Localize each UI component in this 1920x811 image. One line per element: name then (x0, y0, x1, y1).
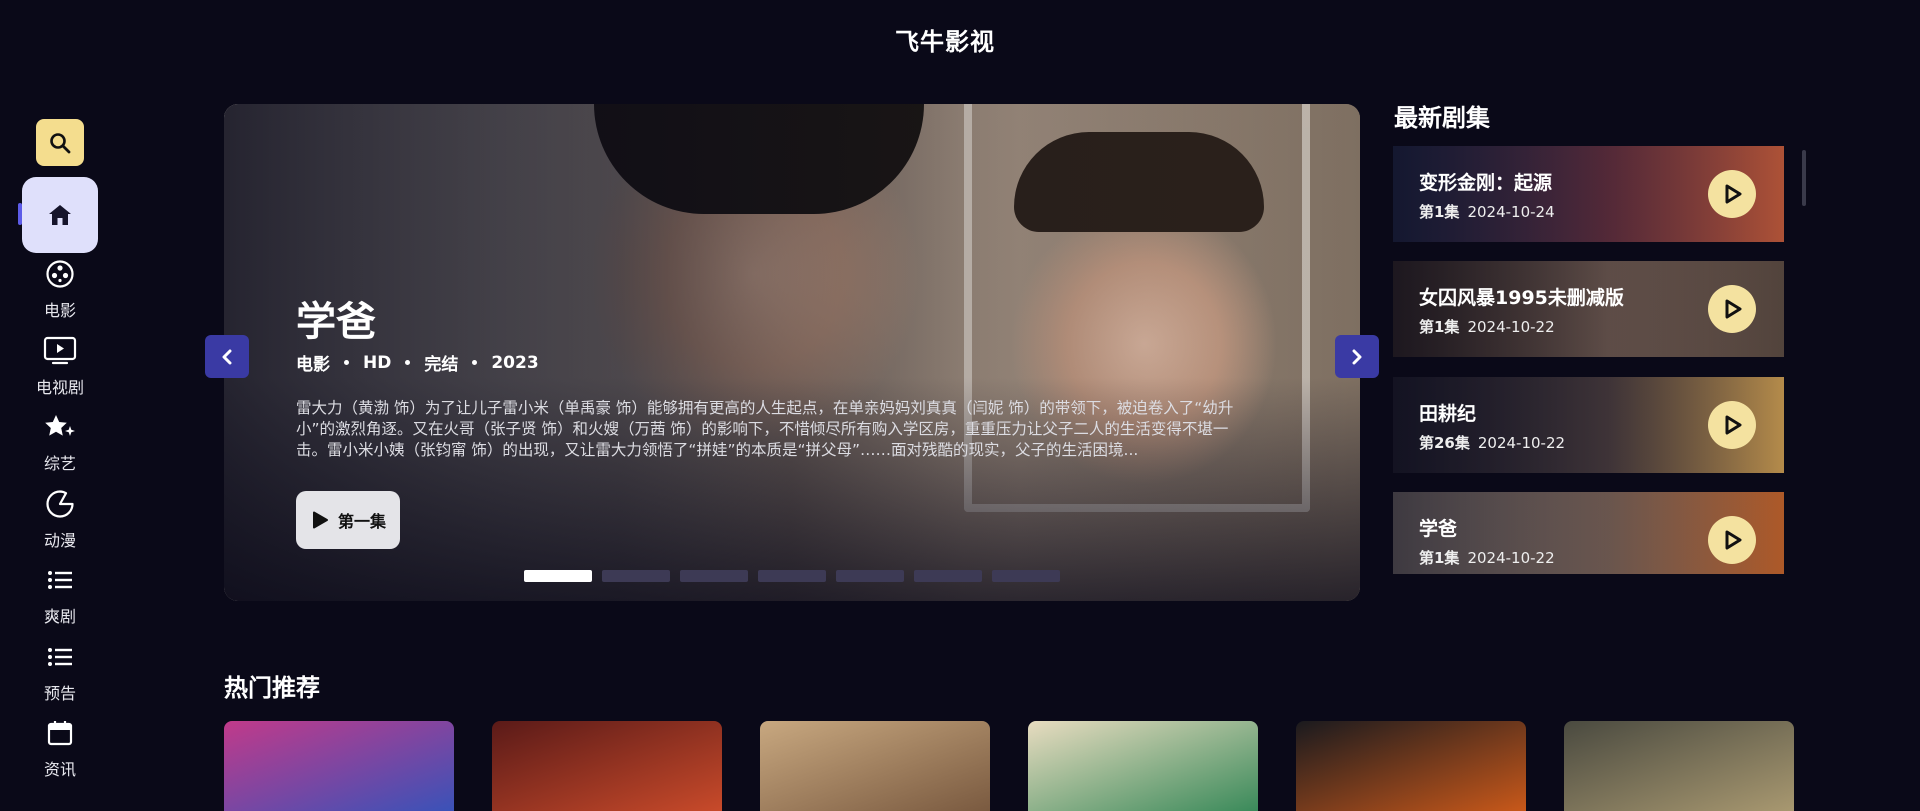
latest-scrollbar[interactable] (1802, 150, 1806, 206)
latest-episode-card[interactable]: 田耕纪第26集 2024-10-22 (1393, 377, 1784, 473)
meta-separator (405, 360, 411, 365)
play-icon (1725, 184, 1742, 204)
play-icon (1725, 299, 1742, 319)
hero-meta: 电影 HD 完结 2023 (296, 350, 539, 376)
hot-poster[interactable] (1296, 721, 1526, 811)
play-first-episode-label: 第一集 (337, 512, 386, 531)
list-icon (48, 648, 72, 666)
episode-date: 2024-10-22 (1477, 434, 1566, 452)
carousel-dot[interactable] (836, 570, 904, 582)
episode-info: 第26集 2024-10-22 (1419, 432, 1565, 453)
hero-banner[interactable]: 学爸 电影 HD 完结 2023 雷大力（黄渤 饰）为了让儿子雷小米（单禹豪 饰… (224, 104, 1360, 601)
list-icon (48, 571, 72, 589)
play-first-episode-button[interactable]: 第一集 (296, 491, 400, 549)
search-icon (50, 132, 71, 153)
sidebar-item-label: 资讯 (43, 760, 76, 779)
latest-episode-card[interactable]: 女囚风暴1995未删减版第1集 2024-10-22 (1393, 261, 1784, 357)
latest-section-title: 最新剧集 (1394, 104, 1490, 132)
chevron-left-icon (222, 349, 232, 364)
hero-meta-type: 电影 (296, 355, 330, 375)
chevron-right-icon (1352, 349, 1362, 364)
sidebar-item-anime[interactable]: 动漫 (20, 487, 100, 551)
tv-icon (43, 336, 77, 365)
sidebar: 电影 电视剧 综艺 动漫 爽剧 预告 资讯 (0, 0, 120, 802)
sidebar-item-label: 预告 (43, 684, 76, 703)
episode-date: 2024-10-24 (1467, 203, 1555, 221)
carousel-dot[interactable] (680, 570, 748, 582)
sidebar-item-label: 电视剧 (35, 378, 84, 397)
hero-meta-status: 完结 (424, 355, 459, 375)
episode-title: 田耕纪 (1419, 403, 1477, 425)
episode-play-button[interactable] (1708, 170, 1756, 218)
episode-date: 2024-10-22 (1467, 318, 1555, 336)
carousel-indicators (524, 570, 1060, 582)
sidebar-item-home[interactable] (22, 177, 98, 253)
episode-title: 女囚风暴1995未删减版 (1419, 287, 1624, 309)
sidebar-item-label: 爽剧 (43, 607, 76, 626)
episode-date: 2024-10-22 (1467, 549, 1555, 567)
play-icon (312, 511, 328, 529)
episode-info: 第1集 2024-10-22 (1419, 316, 1555, 337)
app-title: 飞牛影视 (895, 28, 995, 56)
play-icon (1725, 415, 1742, 435)
hot-poster[interactable] (760, 721, 990, 811)
sidebar-item-label: 动漫 (43, 531, 76, 550)
carousel-dot[interactable] (914, 570, 982, 582)
latest-episode-card[interactable]: 变形金刚：起源第1集 2024-10-24 (1393, 146, 1784, 242)
episode-title: 变形金刚：起源 (1419, 172, 1553, 194)
star-sparkle-icon (45, 415, 75, 436)
hero-meta-quality: HD (363, 352, 392, 373)
episode-info: 第1集 2024-10-24 (1419, 201, 1555, 222)
sidebar-item-variety[interactable]: 综艺 (20, 410, 100, 474)
latest-episode-card[interactable]: 学爸第1集 2024-10-22 (1393, 492, 1784, 574)
sidebar-item-tv[interactable]: 电视剧 (20, 334, 100, 398)
carousel-dot[interactable] (992, 570, 1060, 582)
episode-play-button[interactable] (1708, 401, 1756, 449)
episode-play-button[interactable] (1708, 285, 1756, 333)
hero-description: 雷大力（黄渤 饰）为了让儿子雷小米（单禹豪 饰）能够拥有更高的人生起点，在单亲妈… (296, 399, 1234, 459)
sidebar-item-short[interactable]: 爽剧 (20, 563, 100, 627)
sidebar-item-trailer[interactable]: 预告 (20, 640, 100, 704)
carousel-dot[interactable] (758, 570, 826, 582)
carousel-prev-button[interactable] (205, 335, 249, 378)
hero-meta-year: 2023 (491, 352, 539, 373)
search-button[interactable] (36, 119, 84, 166)
hero-title: 学爸 (296, 299, 376, 345)
meta-separator (344, 360, 349, 365)
carousel-dot[interactable] (524, 570, 592, 582)
episode-number: 第1集 (1419, 203, 1460, 221)
meta-separator (472, 360, 478, 365)
episode-number: 第1集 (1419, 549, 1460, 567)
hot-section-title: 热门推荐 (224, 674, 320, 702)
episode-number: 第26集 (1419, 434, 1470, 452)
hot-poster[interactable] (492, 721, 722, 811)
hot-poster[interactable] (224, 721, 454, 811)
episode-title: 学爸 (1419, 518, 1458, 540)
home-icon (49, 205, 71, 225)
hot-poster[interactable] (1564, 721, 1794, 811)
sidebar-item-movie[interactable]: 电影 (20, 257, 100, 321)
episode-play-button[interactable] (1708, 516, 1756, 564)
sidebar-item-news[interactable]: 资讯 (20, 716, 100, 780)
calendar-icon (47, 721, 73, 746)
play-icon (1725, 530, 1742, 550)
latest-list-mask (1393, 575, 1805, 605)
sidebar-item-label: 电影 (43, 301, 76, 320)
hot-poster[interactable] (1028, 721, 1258, 811)
sidebar-item-label: 综艺 (43, 454, 76, 473)
carousel-dot[interactable] (602, 570, 670, 582)
carousel-next-button[interactable] (1335, 335, 1379, 378)
film-reel-icon (46, 260, 74, 288)
pacman-icon (46, 490, 74, 518)
episode-info: 第1集 2024-10-22 (1419, 547, 1555, 568)
episode-number: 第1集 (1419, 318, 1460, 336)
